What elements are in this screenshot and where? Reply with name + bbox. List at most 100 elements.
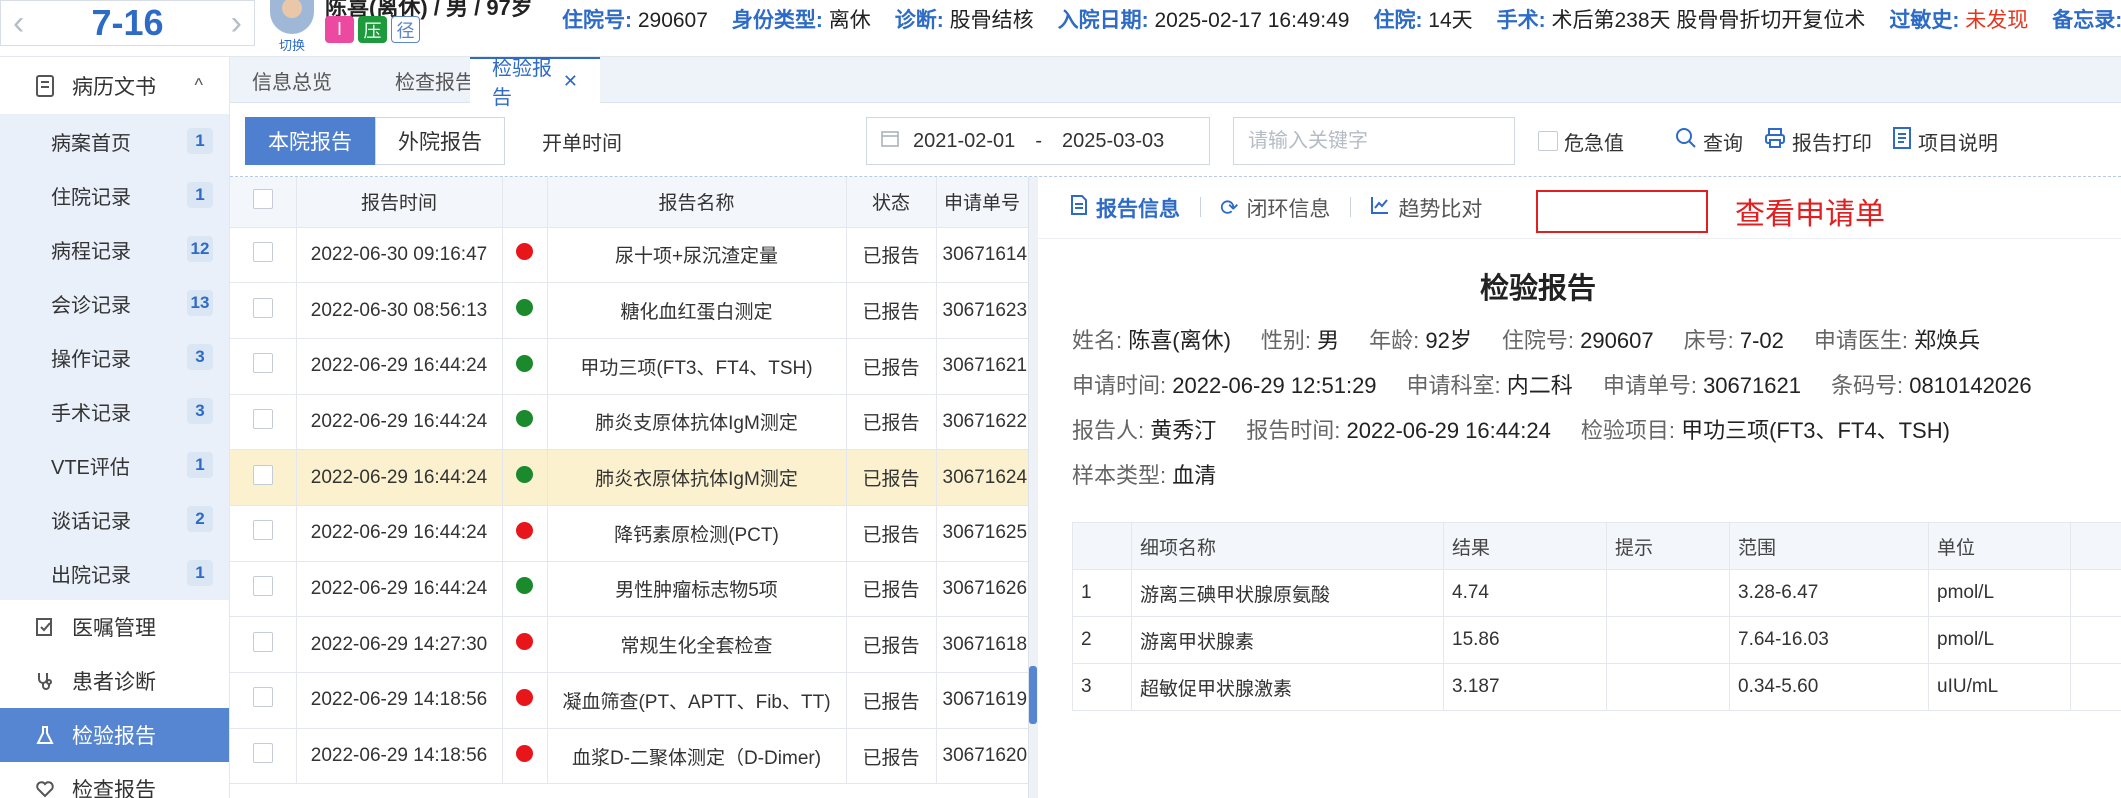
report-time-cell: 2022-06-30 08:56:13 — [296, 282, 503, 339]
item-explain-button[interactable]: 项目说明 — [1892, 117, 1998, 165]
sidebar-item-record[interactable]: 谈话记录 2 — [0, 492, 229, 546]
table-row[interactable]: 2022-06-29 16:44:24 男性肿瘤标志物5项 已报告 30671626 — [230, 561, 1028, 618]
table-row[interactable]: 2022-06-30 08:56:13 糖化血红蛋白测定 已报告 30671623 — [230, 282, 1028, 339]
request-no-cell: 30671624 — [936, 449, 1028, 506]
sidebar-section-records[interactable]: 病历文书 ^ — [0, 57, 229, 114]
status-dot — [516, 577, 533, 595]
header-field-value: 术后第238天 股骨骨折切开复位术 — [1551, 9, 1866, 32]
status-dot — [516, 466, 533, 484]
report-list: 报告时间 报告名称 状态 申请单号 2022-06-30 09:16:47 尿十项… — [230, 177, 1028, 798]
col-request-no: 申请单号 — [936, 177, 1028, 228]
header-field-value: 290607 — [637, 9, 708, 32]
status-cell: 已报告 — [846, 728, 937, 785]
table-row[interactable]: 2022-06-29 16:44:24 甲功三项(FT3、FT4、TSH) 已报告 3… — [230, 338, 1028, 395]
checkbox-box — [1538, 131, 1558, 151]
row-checkbox[interactable] — [230, 282, 297, 339]
report-name-cell: 常规生化全套检查 — [547, 616, 847, 673]
detail-cell: 2 — [1072, 616, 1132, 664]
document-icon — [32, 73, 58, 99]
table-row[interactable]: 2022-06-29 14:27:30 常规生化全套检查 已报告 30671618 — [230, 616, 1028, 673]
sidebar-item-orders[interactable]: 医嘱管理 — [0, 600, 229, 654]
report-table-body: 2022-06-30 09:16:47 尿十项+尿沉渣定量 已报告 30671614 2… — [230, 227, 1028, 785]
report-info-row-4: 样本类型: 血清 — [1072, 458, 1246, 490]
table-row[interactable]: 2022-06-29 16:44:24 降钙素原检测(PCT) 已报告 3067162… — [230, 505, 1028, 562]
close-icon[interactable]: ✕ — [563, 71, 578, 92]
sidebar-item-record[interactable]: VTE评估 1 — [0, 438, 229, 492]
row-checkbox[interactable] — [230, 561, 297, 618]
report-name-cell: 男性肿瘤标志物5项 — [547, 561, 847, 618]
sidebar-item-record[interactable]: 手术记录 3 — [0, 384, 229, 438]
internal-report-button[interactable]: 本院报告 — [245, 117, 375, 165]
sidebar-item-record[interactable]: 住院记录 1 — [0, 168, 229, 222]
count-badge: 12 — [187, 236, 213, 262]
status-dot — [516, 688, 533, 706]
col-report-name: 报告名称 — [547, 177, 847, 228]
row-checkbox[interactable] — [230, 449, 297, 506]
sidebar-item-exam-report[interactable]: 检查报告 — [0, 762, 229, 798]
tab-trend-compare[interactable]: 趋势比对 — [1350, 193, 1502, 223]
splitter-grip-handle[interactable] — [1029, 666, 1037, 724]
row-checkbox[interactable] — [230, 394, 297, 451]
sidebar-item-diagnosis[interactable]: 患者诊断 — [0, 654, 229, 708]
row-checkbox[interactable] — [230, 505, 297, 562]
tab-report-info[interactable]: 报告信息 — [1038, 193, 1200, 223]
info-value: 0810142026 — [1909, 373, 2032, 398]
sidebar-item-record[interactable]: 病案首页 1 — [0, 114, 229, 168]
detail-cell — [2070, 616, 2121, 664]
table-row[interactable]: 2022-06-29 16:44:24 肺炎支原体抗体IgM测定 已报告 306716… — [230, 394, 1028, 451]
print-report-button[interactable]: 报告打印 — [1764, 117, 1872, 165]
switch-patient-button[interactable]: 切换 — [268, 0, 316, 53]
sidebar-item-record[interactable]: 操作记录 3 — [0, 330, 229, 384]
sidebar-item-lab-report[interactable]: 检验报告 — [0, 708, 229, 762]
tab-label: 检验报告 — [492, 58, 552, 109]
select-all-checkbox[interactable] — [230, 177, 297, 228]
next-bed-icon[interactable]: › — [231, 6, 242, 40]
report-table: 报告时间 报告名称 状态 申请单号 2022-06-30 09:16:47 尿十项… — [230, 177, 1028, 785]
header-field-value: 14天 — [1428, 9, 1473, 32]
prev-bed-icon[interactable]: ‹ — [13, 6, 24, 40]
status-dot-cell — [502, 616, 548, 673]
tab-closed-loop-info[interactable]: ⟳ 闭环信息 — [1200, 193, 1350, 223]
sidebar-item-label: 病程记录 — [51, 240, 131, 263]
list-doc-icon — [1892, 127, 1912, 155]
critical-value-checkbox[interactable]: 危急值 — [1538, 117, 1624, 165]
stethoscope-icon — [32, 668, 58, 694]
row-checkbox[interactable] — [230, 616, 297, 673]
row-checkbox[interactable] — [230, 728, 297, 785]
info-label: 申请医生: — [1813, 328, 1908, 353]
date-range-picker[interactable]: 2021-02-01 - 2025-03-03 — [866, 117, 1210, 165]
detail-table-body: 1 游离三碘甲状腺原氨酸 4.74 3.28-6.47 pmol/L 2 游离甲状腺素 15.… — [1072, 569, 2121, 711]
sidebar-item-label: 患者诊断 — [72, 671, 156, 694]
report-name-cell: 肺炎衣原体抗体IgM测定 — [547, 449, 847, 506]
checkbox-box — [252, 188, 273, 209]
sidebar-item-record[interactable]: 会诊记录 13 — [0, 276, 229, 330]
sidebar-item-record[interactable]: 病程记录 12 — [0, 222, 229, 276]
detail-col-extra — [2070, 522, 2121, 570]
checkbox-box — [252, 575, 273, 596]
row-checkbox[interactable] — [230, 672, 297, 729]
detail-header-row: 细项名称 结果 提示 范围 单位 — [1072, 522, 2121, 570]
report-time-cell: 2022-06-29 16:44:24 — [296, 449, 503, 506]
keyword-search-input[interactable] — [1233, 117, 1515, 165]
count-badge: 2 — [187, 506, 213, 532]
info-label: 申请科室: — [1406, 373, 1501, 398]
tab-overview[interactable]: 信息总览 — [230, 57, 354, 103]
sidebar-item-record[interactable]: 出院记录 1 — [0, 546, 229, 600]
row-checkbox[interactable] — [230, 227, 297, 284]
document-icon — [1070, 194, 1088, 221]
info-value: 郑焕兵 — [1914, 328, 1981, 353]
count-badge: 1 — [187, 182, 213, 208]
detail-row: 3 超敏促甲状腺激素 3.187 0.34-5.60 uIU/mL — [1072, 663, 2121, 711]
status-cell: 已报告 — [846, 338, 937, 395]
page-tabs: 信息总览 检查报告 检验报告 ✕ — [230, 57, 2121, 109]
table-row[interactable]: 2022-06-30 09:16:47 尿十项+尿沉渣定量 已报告 30671614 — [230, 227, 1028, 284]
external-report-button[interactable]: 外院报告 — [375, 117, 505, 165]
tab-lab-report[interactable]: 检验报告 ✕ — [470, 57, 600, 109]
table-row[interactable]: 2022-06-29 14:18:56 凝血筛查(PT、APTT、Fib、TT) 已… — [230, 672, 1028, 729]
checkbox-box — [252, 241, 273, 262]
query-button[interactable]: 查询 — [1675, 117, 1743, 165]
table-row[interactable]: 2022-06-29 14:18:56 血浆D-二聚体测定（D-Dimer) 已报告… — [230, 728, 1028, 785]
view-application-link[interactable]: 查看申请单 — [1735, 189, 1885, 233]
row-checkbox[interactable] — [230, 338, 297, 395]
table-row[interactable]: 2022-06-29 16:44:24 肺炎衣原体抗体IgM测定 已报告 306716… — [230, 449, 1028, 506]
